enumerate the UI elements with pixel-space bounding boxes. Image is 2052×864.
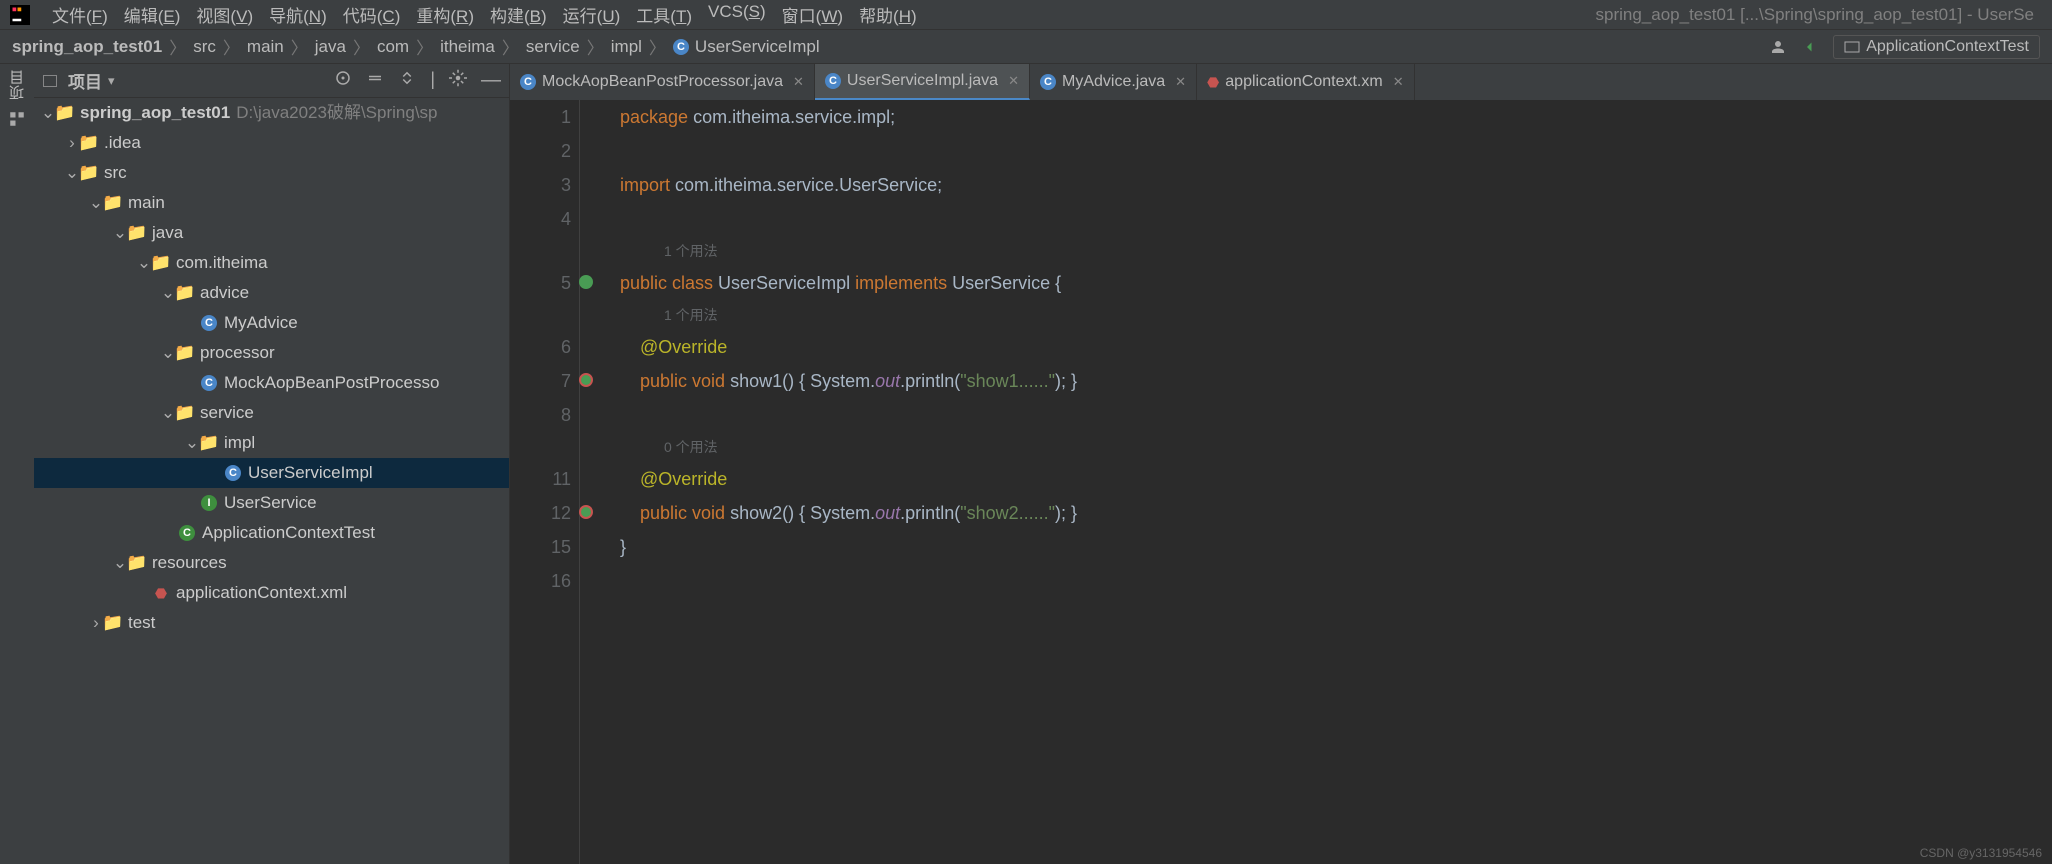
- tree-class-myadvice[interactable]: CMyAdvice: [34, 308, 509, 338]
- close-tab-icon[interactable]: ✕: [793, 74, 804, 90]
- tree-folder-idea[interactable]: ›📁.idea: [34, 128, 509, 158]
- editor-gutter: 1 2 3 4 5 6 7 8 11 12 15 16: [510, 100, 580, 864]
- menu-item[interactable]: 文件(F): [44, 2, 116, 27]
- breadcrumb-item[interactable]: itheima: [440, 37, 495, 57]
- project-view-icon: [42, 73, 58, 89]
- usage-hint[interactable]: 1 个用法: [620, 300, 1077, 330]
- menu-item[interactable]: VCS(S): [700, 2, 774, 27]
- project-panel: 项目 ▾ | — ⌄📁spring_aop_test01D:\java2023破…: [34, 64, 510, 864]
- breadcrumb-item[interactable]: com: [377, 37, 409, 57]
- tree-class-appcontexttest[interactable]: CApplicationContextTest: [34, 518, 509, 548]
- menu-item[interactable]: 导航(N): [261, 2, 335, 27]
- tree-folder-resources[interactable]: ⌄📁resources: [34, 548, 509, 578]
- breadcrumb-item[interactable]: service: [526, 37, 580, 57]
- code-content[interactable]: package com.itheima.service.impl; import…: [580, 100, 1077, 864]
- project-panel-header: 项目 ▾ | —: [34, 64, 509, 98]
- menu-item[interactable]: 重构(R): [408, 2, 482, 27]
- tree-class-mock[interactable]: CMockAopBeanPostProcesso: [34, 368, 509, 398]
- breadcrumb-separator: 〉: [223, 34, 240, 59]
- menu-item[interactable]: 编辑(E): [116, 2, 189, 27]
- menu-item[interactable]: 运行(U): [555, 2, 629, 27]
- panel-title: 项目: [68, 68, 102, 93]
- main-body: 项目 项目 ▾ | — ⌄📁spring_aop_test01D:\java20…: [0, 64, 2052, 864]
- close-tab-icon[interactable]: ✕: [1175, 74, 1186, 90]
- project-tool-button[interactable]: 项目: [7, 70, 28, 100]
- tree-folder-src[interactable]: ⌄📁src: [34, 158, 509, 188]
- tree-pkg-advice[interactable]: ⌄📁advice: [34, 278, 509, 308]
- tree-folder-test[interactable]: ›📁test: [34, 608, 509, 638]
- expand-all-icon[interactable]: [366, 69, 384, 87]
- breadcrumb-item[interactable]: impl: [611, 37, 642, 57]
- breadcrumb-separator: 〉: [649, 34, 666, 59]
- tree-class-userserviceimpl[interactable]: CUserServiceImpl: [34, 458, 509, 488]
- breadcrumb-item[interactable]: spring_aop_test01: [12, 37, 162, 57]
- usage-hint[interactable]: 0 个用法: [620, 432, 1077, 462]
- minimize-icon[interactable]: —: [481, 69, 501, 92]
- left-tool-strip: 项目: [0, 64, 34, 864]
- tree-folder-java[interactable]: ⌄📁java: [34, 218, 509, 248]
- navigation-toolbar: spring_aop_test01 〉 src 〉 main 〉 java 〉 com 〉 ithe…: [0, 30, 2052, 64]
- breadcrumb-separator: 〉: [502, 34, 519, 59]
- close-tab-icon[interactable]: ✕: [1008, 73, 1019, 89]
- structure-icon[interactable]: [8, 110, 26, 128]
- menu-item[interactable]: 构建(B): [482, 2, 555, 27]
- breadcrumb-separator: 〉: [291, 34, 308, 59]
- breadcrumb-item[interactable]: main: [247, 37, 284, 57]
- menu-item[interactable]: 代码(C): [335, 2, 409, 27]
- breadcrumb-separator: 〉: [353, 34, 370, 59]
- editor-area: CMockAopBeanPostProcessor.java✕CUserServ…: [510, 64, 2052, 864]
- collapse-all-icon[interactable]: [398, 69, 416, 87]
- menu-item[interactable]: 窗口(W): [774, 2, 851, 27]
- tree-package[interactable]: ⌄📁com.itheima: [34, 248, 509, 278]
- watermark: CSDN @y3131954546: [1920, 846, 2042, 860]
- app-logo: [8, 3, 32, 27]
- tree-pkg-impl[interactable]: ⌄📁impl: [34, 428, 509, 458]
- breadcrumb-separator: 〉: [416, 34, 433, 59]
- tree-pkg-service[interactable]: ⌄📁service: [34, 398, 509, 428]
- menu-item[interactable]: 帮助(H): [851, 2, 925, 27]
- run-configuration[interactable]: ApplicationContextTest: [1833, 35, 2040, 59]
- settings-icon[interactable]: [449, 69, 467, 87]
- editor-tab[interactable]: CUserServiceImpl.java✕: [815, 64, 1030, 100]
- close-tab-icon[interactable]: ✕: [1393, 74, 1404, 90]
- tree-interface-userservice[interactable]: IUserService: [34, 488, 509, 518]
- breadcrumb-separator: 〉: [169, 34, 186, 59]
- editor-tabs: CMockAopBeanPostProcessor.java✕CUserServ…: [510, 64, 2052, 100]
- editor-tab[interactable]: ⬣applicationContext.xm✕: [1197, 64, 1415, 100]
- main-menu-bar: 文件(F)编辑(E)视图(V)导航(N)代码(C)重构(R)构建(B)运行(U)…: [0, 0, 2052, 30]
- usage-hint[interactable]: 1 个用法: [620, 236, 1077, 266]
- editor-tab[interactable]: CMockAopBeanPostProcessor.java✕: [510, 64, 815, 100]
- code-editor[interactable]: 1 2 3 4 5 6 7 8 11 12 15 16 package com.…: [510, 100, 2052, 864]
- editor-tab[interactable]: CMyAdvice.java✕: [1030, 64, 1197, 100]
- locate-icon[interactable]: [334, 69, 352, 87]
- breadcrumb-item[interactable]: java: [315, 37, 346, 57]
- menu-item[interactable]: 视图(V): [188, 2, 261, 27]
- divider: |: [430, 69, 435, 92]
- user-icon[interactable]: [1769, 38, 1787, 56]
- menu-item[interactable]: 工具(T): [628, 2, 700, 27]
- tree-root[interactable]: ⌄📁spring_aop_test01D:\java2023破解\Spring\…: [34, 98, 509, 128]
- breadcrumb: spring_aop_test01 〉 src 〉 main 〉 java 〉 com 〉 ithe…: [12, 34, 820, 59]
- back-icon[interactable]: [1801, 38, 1819, 56]
- tree-file-appcontext-xml[interactable]: ⬣applicationContext.xml: [34, 578, 509, 608]
- breadcrumb-item[interactable]: src: [193, 37, 216, 57]
- tree-pkg-processor[interactable]: ⌄📁processor: [34, 338, 509, 368]
- breadcrumb-separator: 〉: [587, 34, 604, 59]
- dropdown-icon[interactable]: ▾: [108, 73, 115, 89]
- tree-folder-main[interactable]: ⌄📁main: [34, 188, 509, 218]
- project-tree[interactable]: ⌄📁spring_aop_test01D:\java2023破解\Spring\…: [34, 98, 509, 864]
- window-title: spring_aop_test01 [...\Spring\spring_aop…: [1596, 5, 2045, 25]
- breadcrumb-file[interactable]: CUserServiceImpl: [673, 37, 820, 57]
